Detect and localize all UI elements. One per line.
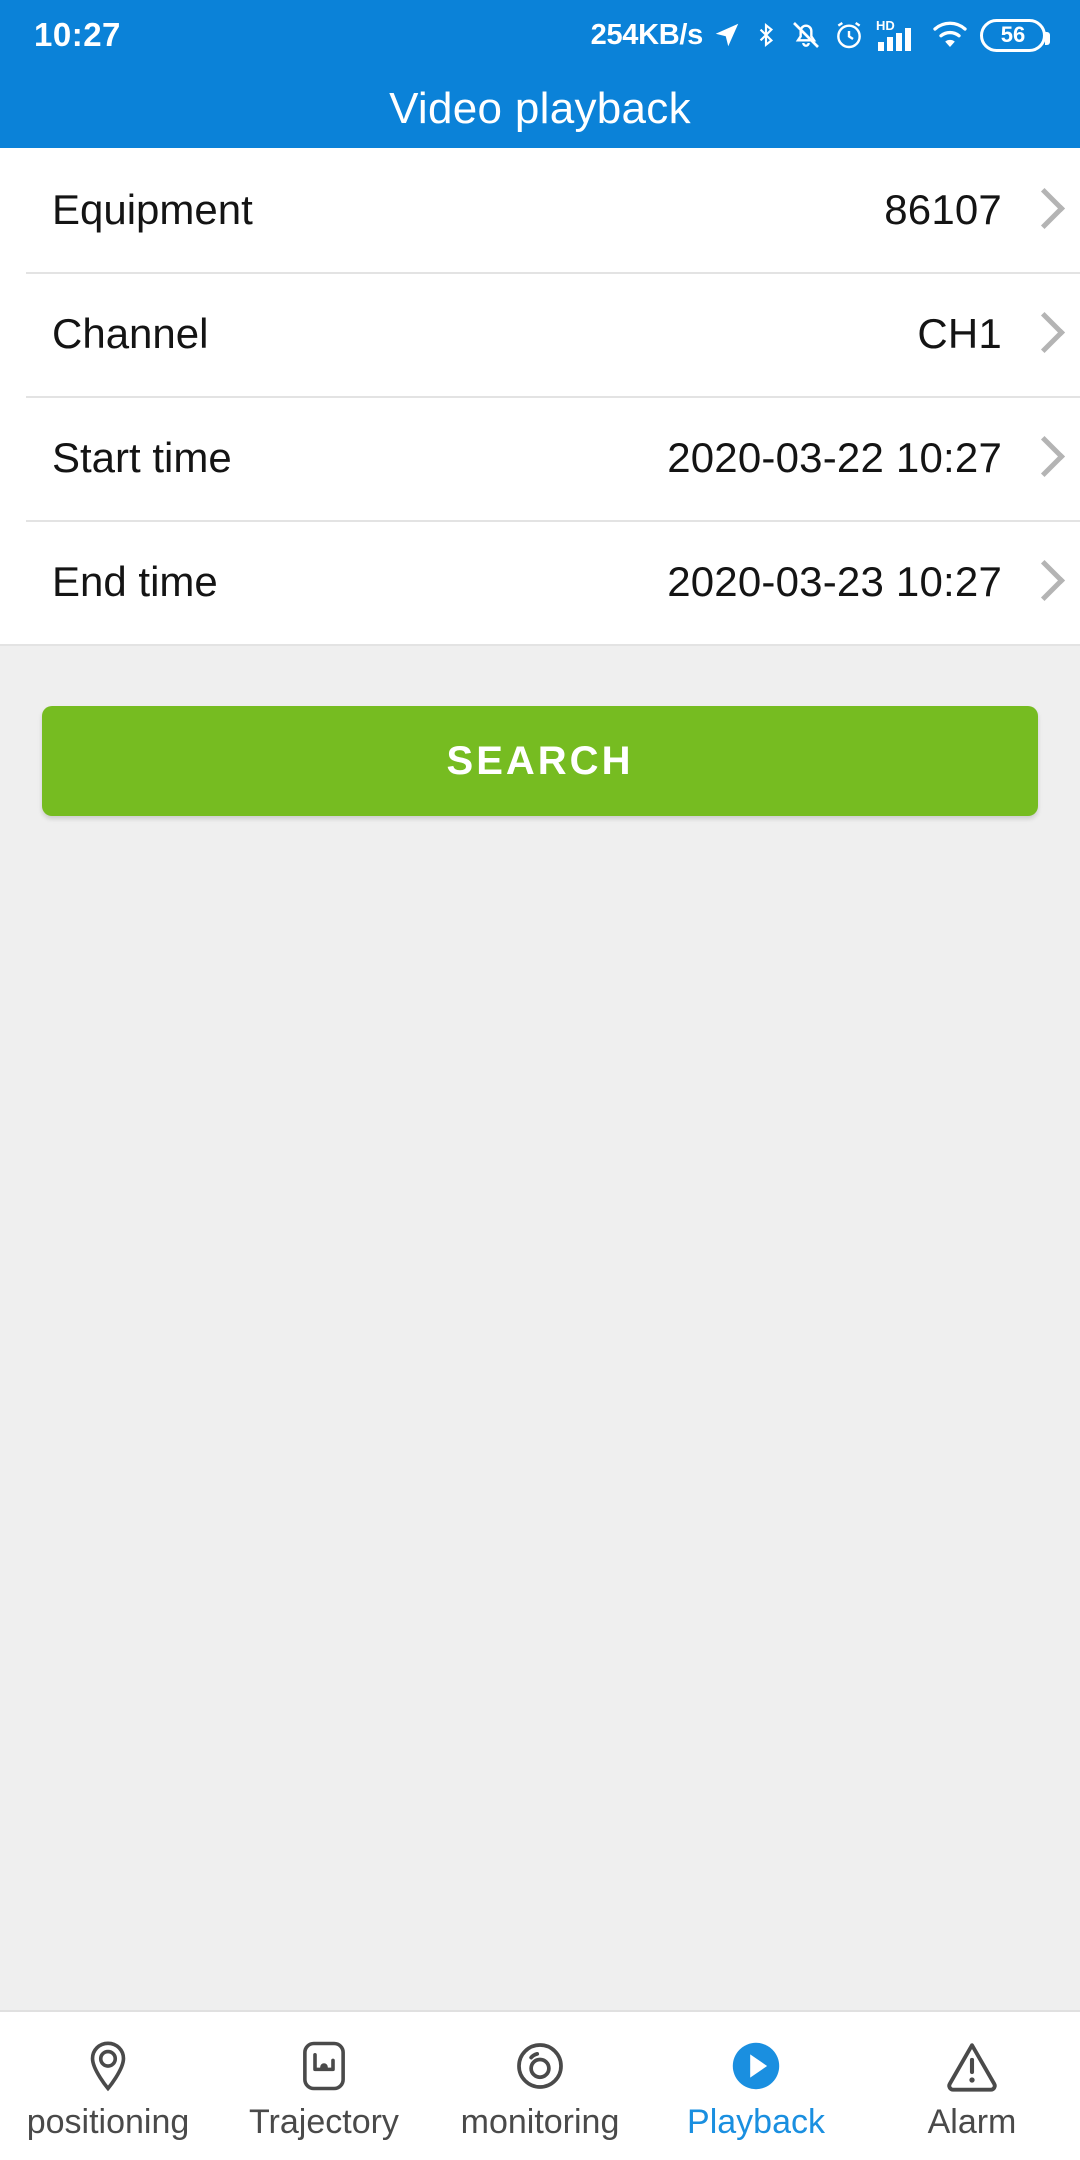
form-row-channel[interactable]: Channel CH1 [0, 272, 1080, 396]
bluetooth-icon [753, 19, 779, 51]
map-pin-icon [75, 2033, 141, 2099]
camera-lens-icon [507, 2033, 573, 2099]
wifi-icon [931, 20, 969, 50]
status-bar: 10:27 254KB/s HD 56 [0, 0, 1080, 70]
nav-label-alarm: Alarm [927, 2103, 1017, 2141]
form-label-end-time: End time [52, 558, 218, 605]
app-title-bar: Video playback [0, 70, 1080, 148]
form-row-start-time[interactable]: Start time 2020-03-22 10:27 [0, 396, 1080, 520]
form-value-end-time: 2020-03-23 10:27 [667, 558, 1002, 605]
nav-label-trajectory: Trajectory [249, 2103, 399, 2141]
chevron-right-icon [1028, 187, 1054, 233]
battery-icon: 56 [980, 18, 1050, 52]
nav-item-alarm[interactable]: Alarm [864, 2012, 1080, 2160]
nav-label-monitoring: monitoring [460, 2103, 620, 2141]
form-label-start-time: Start time [52, 434, 232, 481]
warning-triangle-icon [939, 2033, 1005, 2099]
battery-level-label: 56 [1000, 22, 1026, 47]
form-row-equipment[interactable]: Equipment 86107 [0, 148, 1080, 272]
nav-item-positioning[interactable]: positioning [0, 2012, 216, 2160]
page-title: Video playback [389, 84, 691, 133]
status-icons: 254KB/s HD 56 [590, 18, 1050, 52]
svg-text:HD: HD [876, 18, 895, 33]
alarm-clock-icon [833, 19, 865, 51]
app-screen: 10:27 254KB/s HD 56 Video playback Equip… [0, 0, 1080, 2160]
form-label-channel: Channel [52, 310, 209, 357]
nav-item-monitoring[interactable]: monitoring [432, 2012, 648, 2160]
play-circle-icon [723, 2033, 789, 2099]
form-row-end-time[interactable]: End time 2020-03-23 10:27 [0, 520, 1080, 644]
playback-form: Equipment 86107 Channel CH1 Start time 2… [0, 148, 1080, 644]
nav-item-trajectory[interactable]: Trajectory [216, 2012, 432, 2160]
chevron-right-icon [1028, 435, 1054, 481]
form-value-equipment: 86107 [884, 186, 1002, 233]
location-arrow-icon [712, 20, 742, 50]
content-area: SEARCH [0, 644, 1080, 2010]
hd-signal-icon: HD [876, 18, 920, 52]
nav-label-playback: Playback [687, 2103, 825, 2141]
network-speed-label: 254KB/s [590, 18, 704, 51]
chevron-right-icon [1028, 559, 1054, 605]
nav-label-positioning: positioning [26, 2103, 190, 2141]
form-value-start-time: 2020-03-22 10:27 [667, 434, 1002, 481]
chevron-right-icon [1028, 311, 1054, 357]
bottom-navigation-bar: positioning Trajectory monitoring Playba… [0, 2010, 1080, 2160]
search-button[interactable]: SEARCH [42, 706, 1038, 816]
status-clock: 10:27 [34, 16, 121, 53]
nav-item-playback[interactable]: Playback [648, 2012, 864, 2160]
form-label-equipment: Equipment [52, 186, 253, 233]
route-icon [291, 2033, 357, 2099]
form-value-channel: CH1 [917, 310, 1002, 357]
bell-muted-icon [790, 19, 822, 51]
